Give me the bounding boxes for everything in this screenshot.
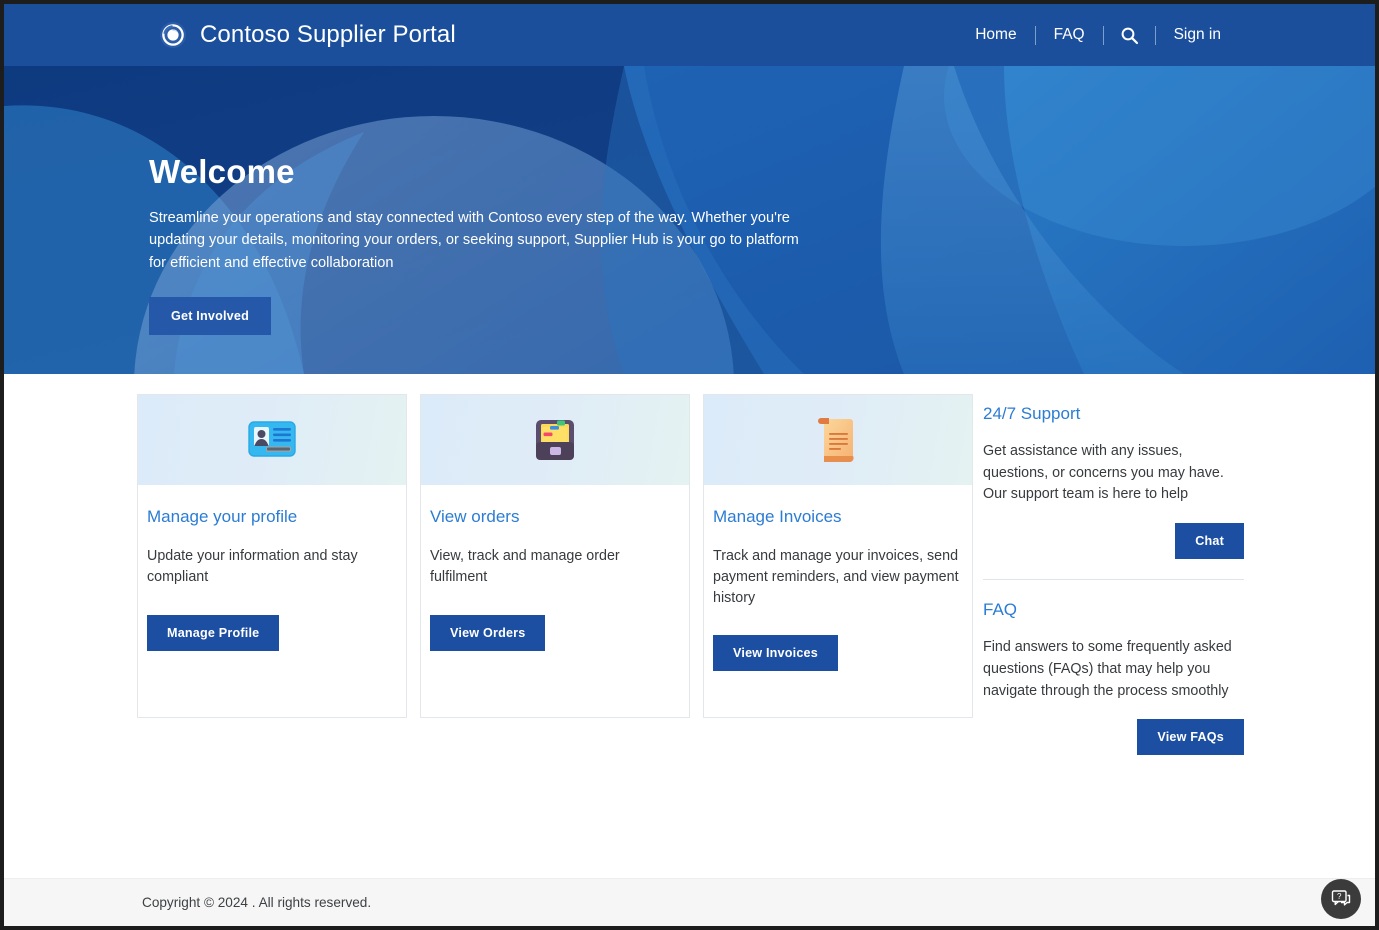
nav-link-sign-in[interactable]: Sign in <box>1156 27 1239 43</box>
faq-description: Find answers to some frequently asked qu… <box>983 639 1232 699</box>
card-media <box>138 395 406 485</box>
chat-help-bubble-icon[interactable]: ? <box>1321 879 1361 919</box>
card-title: View orders <box>430 507 520 526</box>
support-description: Get assistance with any issues, question… <box>983 443 1224 503</box>
get-involved-button[interactable]: Get Involved <box>149 296 271 335</box>
card-manage-invoices[interactable]: Manage Invoices Track and manage your in… <box>703 394 973 718</box>
card-view-orders[interactable]: View orders View, track and manage order… <box>420 394 690 718</box>
faq-title: FAQ <box>983 600 1018 620</box>
nav-link-faq[interactable]: FAQ <box>1036 27 1103 43</box>
view-faqs-button[interactable]: View FAQs <box>1137 719 1244 756</box>
feature-cards: Manage your profile Update your informat… <box>137 394 973 718</box>
site-footer: Copyright © 2024 . All rights reserved. <box>4 878 1375 926</box>
card-media <box>704 395 972 485</box>
card-media <box>421 395 689 485</box>
svg-text:?: ? <box>1337 892 1342 901</box>
support-block: 24/7 Support Get assistance with any iss… <box>983 404 1244 561</box>
page-root: Contoso Supplier Portal Home FAQ Sign in <box>4 4 1375 926</box>
card-manage-profile[interactable]: Manage your profile Update your informat… <box>137 394 407 718</box>
view-orders-button[interactable]: View Orders <box>430 614 546 651</box>
card-title: Manage Invoices <box>713 507 842 526</box>
contoso-swirl-logo-icon <box>159 21 187 49</box>
scroll-document-icon <box>813 413 863 467</box>
view-invoices-button[interactable]: View Invoices <box>713 634 838 671</box>
main-nav: Home FAQ Sign in <box>957 25 1239 45</box>
chat-button[interactable]: Chat <box>1175 523 1244 560</box>
side-panel: 24/7 Support Get assistance with any iss… <box>983 394 1244 757</box>
hero-subtitle: Streamline your operations and stay conn… <box>149 210 799 271</box>
brand[interactable]: Contoso Supplier Portal <box>159 21 456 49</box>
manage-profile-button[interactable]: Manage Profile <box>147 614 280 651</box>
card-file-box-icon <box>530 415 580 465</box>
main-content: Manage your profile Update your informat… <box>4 374 1375 894</box>
nav-link-home[interactable]: Home <box>957 27 1034 43</box>
hero-title: Welcome <box>149 153 295 190</box>
hero-banner: Welcome Streamline your operations and s… <box>4 66 1375 374</box>
card-title: Manage your profile <box>147 507 298 526</box>
support-title: 24/7 Support <box>983 404 1081 423</box>
card-description: Track and manage your invoices, send pay… <box>713 548 959 606</box>
site-title: Contoso Supplier Portal <box>200 21 456 48</box>
copyright-text: Copyright © 2024 . All rights reserved. <box>142 895 372 910</box>
card-description: Update your information and stay complia… <box>147 548 358 586</box>
site-header: Contoso Supplier Portal Home FAQ Sign in <box>4 4 1375 66</box>
faq-block: FAQ Find answers to some frequently aske… <box>983 600 1244 757</box>
search-icon[interactable] <box>1104 26 1155 45</box>
hero-content: Welcome Streamline your operations and s… <box>4 66 1375 335</box>
card-description: View, track and manage order fulfilment <box>430 548 620 586</box>
side-divider <box>983 579 1244 581</box>
id-card-icon <box>246 417 298 463</box>
